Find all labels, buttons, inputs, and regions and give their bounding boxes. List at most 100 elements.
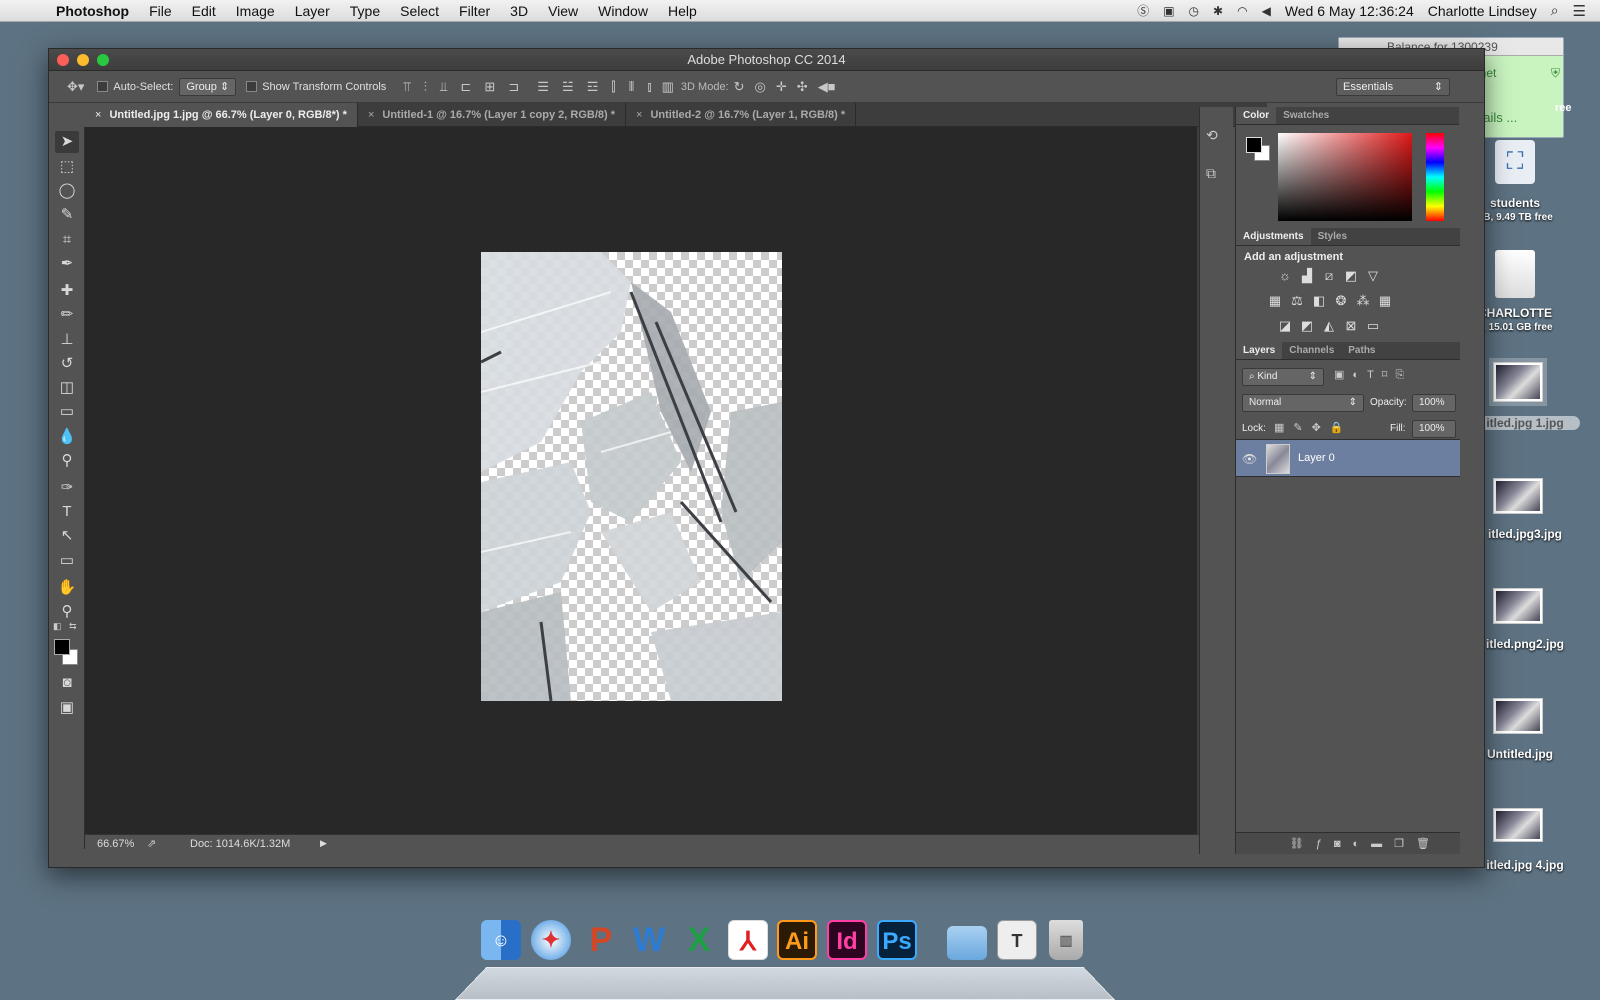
bluetooth-icon[interactable]: ✱ <box>1213 4 1223 18</box>
status-menu-arrow-icon[interactable]: ▶ <box>320 838 327 849</box>
volume-icon[interactable]: ◀ <box>1262 4 1271 18</box>
show-transform-checkbox[interactable] <box>246 81 257 92</box>
auto-select-dropdown[interactable]: Group ⇕ <box>179 78 236 96</box>
menu-app-name[interactable]: Photoshop <box>56 3 129 19</box>
spotlight-search-icon[interactable]: ⌕ <box>1551 2 1559 19</box>
word-icon[interactable]: W <box>629 920 669 960</box>
workspace-switcher[interactable]: Essentials ⇕ <box>1336 78 1450 96</box>
filter-smart-object-icon[interactable]: ⎘ <box>1395 369 1412 381</box>
fill-input[interactable]: 100% <box>1412 420 1456 438</box>
photo-filter-icon[interactable]: ❂ <box>1330 293 1352 309</box>
auto-select-checkbox[interactable] <box>97 81 108 92</box>
swap-colors-icon[interactable]: ⇆ <box>69 621 77 632</box>
menu-select[interactable]: Select <box>400 3 439 19</box>
layer-filter-dropdown[interactable]: ⌕ Kind ⇕ <box>1242 368 1324 386</box>
color-picker-field[interactable] <box>1278 133 1412 221</box>
safari-icon[interactable]: ✦ <box>531 920 571 960</box>
color-balance-icon[interactable]: ⚖ <box>1286 293 1308 309</box>
desktop-file-thumb-png2[interactable] <box>1493 588 1543 624</box>
time-machine-icon[interactable]: ◷ <box>1189 4 1199 18</box>
document-tab-3[interactable]: × Untitled-2 @ 16.7% (Layer 1, RGB/8) * <box>626 103 856 127</box>
desktop-label-file-3[interactable]: itled.jpg3.jpg <box>1470 527 1580 541</box>
brightness-contrast-icon[interactable]: ☼ <box>1274 268 1296 283</box>
tab-color[interactable]: Color <box>1236 107 1276 124</box>
finder-icon[interactable]: ☺ <box>481 920 521 960</box>
align-hcenter-icon[interactable]: ⊞ <box>484 79 495 94</box>
lock-pixels-icon[interactable]: ✎ <box>1293 422 1311 434</box>
healing-brush-tool-icon[interactable]: ✚ <box>55 280 79 302</box>
tab-channels[interactable]: Channels <box>1282 342 1341 359</box>
close-window-button[interactable] <box>57 54 69 66</box>
new-group-icon[interactable]: ▬ <box>1371 838 1394 850</box>
show-transform-wrap[interactable]: Show Transform Controls <box>246 81 386 93</box>
menu-edit[interactable]: Edit <box>192 3 216 19</box>
lock-transparent-icon[interactable]: ▦ <box>1274 422 1293 434</box>
eyedropper-tool-icon[interactable]: ✒ <box>55 253 79 275</box>
new-adjustment-layer-icon[interactable]: ◐ <box>1353 838 1372 850</box>
menu-3d[interactable]: 3D <box>510 3 528 19</box>
3d-roll-icon[interactable]: ◎ <box>755 79 766 95</box>
black-white-icon[interactable]: ◧ <box>1308 293 1330 309</box>
move-tool-preset-icon[interactable]: ✥▾ <box>67 79 84 95</box>
hue-saturation-icon[interactable]: ▦ <box>1264 293 1286 309</box>
layer-row[interactable]: 👁 Layer 0 <box>1236 439 1460 477</box>
screen-mode-icon[interactable]: ▣ <box>55 697 79 719</box>
filter-pixel-icon[interactable]: ▣ <box>1334 369 1352 381</box>
filter-type-icon[interactable]: T <box>1367 369 1382 381</box>
rectangle-tool-icon[interactable]: ▭ <box>55 550 79 572</box>
indesign-icon[interactable]: Id <box>827 920 867 960</box>
pen-tool-icon[interactable]: ✑ <box>55 477 79 499</box>
3d-scale-icon[interactable]: ◀■ <box>818 79 836 95</box>
3d-slide-icon[interactable]: ✣ <box>797 79 808 95</box>
align-vcenter-icon[interactable]: ⫶ <box>424 79 427 94</box>
color-panel-foreground-swatch[interactable] <box>1246 137 1262 153</box>
menu-type[interactable]: Type <box>350 3 380 19</box>
quick-select-tool-icon[interactable]: ✎ <box>55 204 79 226</box>
acrobat-icon[interactable]: ⅄ <box>728 920 768 960</box>
photoshop-dock-icon[interactable]: Ps <box>877 920 917 960</box>
share-icon[interactable]: ⇗ <box>147 837 156 850</box>
zoom-window-button[interactable] <box>97 54 109 66</box>
opacity-input[interactable]: 100% <box>1412 394 1456 412</box>
move-tool-icon[interactable]: ➤ <box>55 131 79 153</box>
3d-rotate-icon[interactable]: ↻ <box>734 79 745 95</box>
desktop-label-file-png2[interactable]: itled.png2.jpg <box>1470 637 1580 651</box>
levels-icon[interactable]: ▟ <box>1296 268 1318 284</box>
menu-image[interactable]: Image <box>236 3 275 19</box>
menu-layer[interactable]: Layer <box>295 3 330 19</box>
folder-icon[interactable] <box>947 926 987 960</box>
excel-icon[interactable]: X <box>679 920 719 960</box>
marquee-tool-icon[interactable]: ⬚ <box>55 156 79 178</box>
history-panel-icon[interactable]: ⟲ <box>1206 127 1218 144</box>
hue-slider[interactable] <box>1426 133 1444 221</box>
gradient-map-icon[interactable]: ▭ <box>1362 318 1384 334</box>
path-select-tool-icon[interactable]: ↖ <box>55 525 79 547</box>
menu-file[interactable]: File <box>149 3 172 19</box>
document-canvas-image[interactable] <box>481 252 782 701</box>
desktop-file-thumb-1[interactable] <box>1493 362 1543 402</box>
network-drive-icon[interactable]: ⛶ <box>1495 140 1535 184</box>
tab-swatches[interactable]: Swatches <box>1276 107 1336 124</box>
illustrator-icon[interactable]: Ai <box>777 920 817 960</box>
layer-style-icon[interactable]: ƒ <box>1316 838 1334 850</box>
selective-color-icon[interactable]: ⊠ <box>1340 318 1362 334</box>
gradient-tool-icon[interactable]: ▭ <box>55 401 79 423</box>
3d-drag-icon[interactable]: ✛ <box>776 79 787 95</box>
menubar-user[interactable]: Charlotte Lindsey <box>1428 3 1537 19</box>
distribute-hcenter-icon[interactable]: ⦀ <box>629 79 635 94</box>
type-tool-icon[interactable]: T <box>55 501 79 523</box>
clone-stamp-tool-icon[interactable]: ⊥ <box>55 329 79 351</box>
lock-position-icon[interactable]: ✥ <box>1312 422 1330 434</box>
close-tab-icon[interactable]: × <box>368 109 374 121</box>
powerpoint-icon[interactable]: P <box>581 920 621 960</box>
vibrance-icon[interactable]: ▽ <box>1362 268 1384 284</box>
distribute-right-icon[interactable]: ⫾ <box>647 79 651 94</box>
usb-drive-icon[interactable] <box>1495 250 1535 298</box>
menu-view[interactable]: View <box>548 3 578 19</box>
skype-icon[interactable]: Ⓢ <box>1137 2 1149 19</box>
color-lookup-icon[interactable]: ▦ <box>1374 293 1396 309</box>
desktop-label-file-1[interactable]: itled.jpg 1.jpg <box>1470 416 1580 430</box>
exposure-icon[interactable]: ◩ <box>1340 268 1362 284</box>
zoom-level[interactable]: 66.67% <box>97 838 134 850</box>
brush-tool-icon[interactable]: ✏ <box>55 304 79 326</box>
